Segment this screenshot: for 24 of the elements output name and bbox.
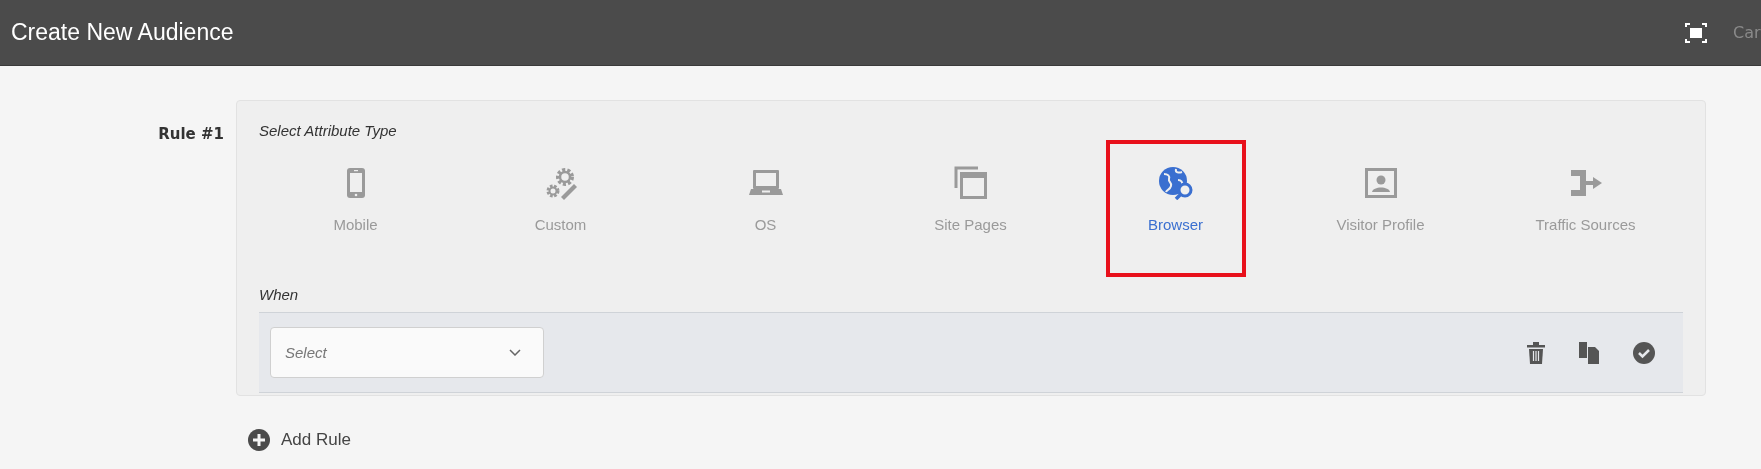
add-rule-button[interactable]: Add Rule <box>248 429 351 451</box>
select-dropdown[interactable]: Select <box>270 327 544 378</box>
section-title: Select Attribute Type <box>259 122 398 139</box>
when-label: When <box>259 286 300 303</box>
windows-icon <box>953 166 988 200</box>
check-circle-icon[interactable] <box>1633 341 1655 364</box>
fullscreen-icon[interactable] <box>1685 22 1707 43</box>
phone-icon <box>345 166 366 200</box>
chevron-down-icon <box>509 349 521 356</box>
attribute-type-option[interactable]: OS <box>695 140 836 277</box>
profile-card-icon <box>1364 166 1397 200</box>
attribute-type-option[interactable]: Mobile <box>285 140 426 277</box>
attribute-type-option[interactable]: Visitor Profile <box>1310 140 1451 277</box>
attribute-type-option[interactable]: Site Pages <box>900 140 1041 277</box>
copy-icon[interactable] <box>1579 341 1599 364</box>
attribute-type-option[interactable]: Browser <box>1105 140 1246 277</box>
attribute-type-option[interactable]: Custom <box>490 140 631 277</box>
attribute-type-option[interactable]: Traffic Sources <box>1515 140 1656 277</box>
trash-icon[interactable] <box>1527 341 1545 364</box>
page-title: Create New Audience <box>11 19 234 46</box>
rule-label: Rule #1 <box>157 125 225 143</box>
cancel-button[interactable]: Car <box>1733 23 1761 42</box>
globe-search-icon <box>1157 166 1194 200</box>
plus-circle-icon <box>248 429 270 451</box>
